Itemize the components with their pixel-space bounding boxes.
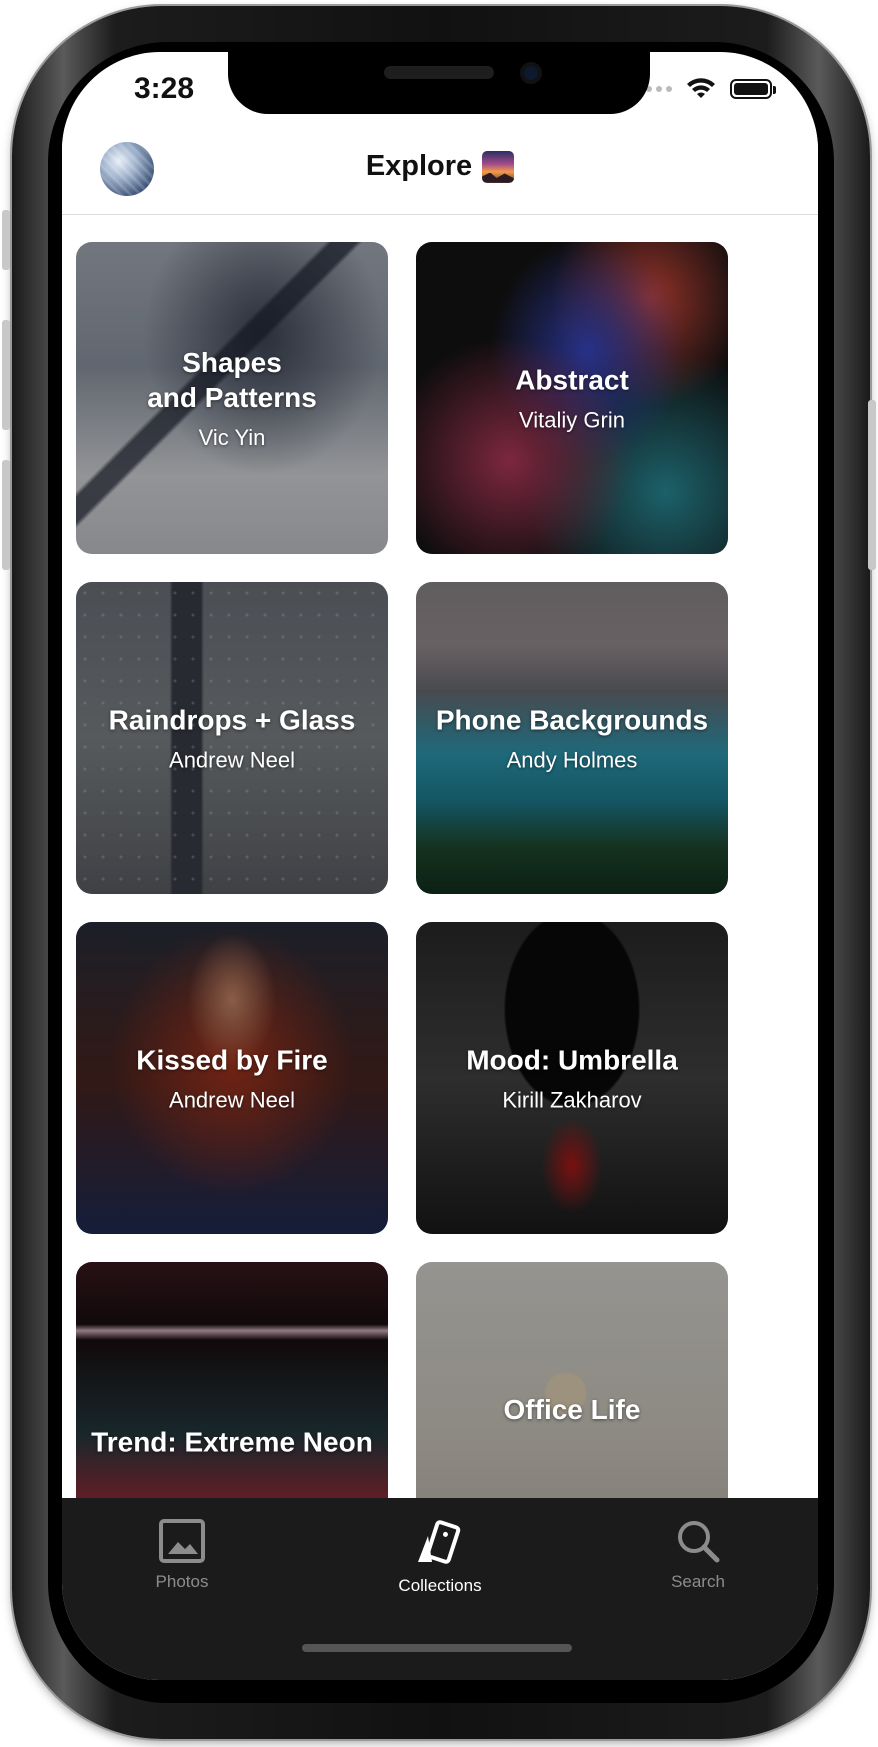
nav-header: Explore xyxy=(62,122,818,215)
collection-title: Trend: Extreme Neon xyxy=(91,1426,373,1458)
collection-title: Abstract xyxy=(515,364,629,396)
tab-photos[interactable]: Photos xyxy=(92,1518,272,1592)
tab-label: Collections xyxy=(398,1576,482,1595)
collection-author: Andrew Neel xyxy=(169,1087,295,1113)
speaker xyxy=(384,66,494,79)
tab-bar: Photos Collections Search xyxy=(62,1498,818,1680)
notch xyxy=(228,52,650,114)
collection-card-phone-backgrounds[interactable]: Phone Backgrounds Andy Holmes xyxy=(416,582,728,894)
search-icon xyxy=(678,1521,720,1563)
nav-title-group: Explore xyxy=(62,150,818,183)
wifi-icon xyxy=(687,78,715,98)
collection-author: Vic Yin xyxy=(198,425,266,450)
page-title: Explore xyxy=(365,150,473,182)
collection-card-abstract[interactable]: Abstract Vitaliy Grin xyxy=(416,242,728,554)
home-indicator[interactable] xyxy=(302,1644,572,1652)
collection-card-raindrops[interactable]: Raindrops + Glass Andrew Neel xyxy=(76,582,388,894)
collection-author: Kirill Zakharov xyxy=(502,1087,642,1113)
tab-search[interactable]: Search xyxy=(608,1518,788,1592)
status-time: 3:28 xyxy=(134,72,195,105)
collections-icon xyxy=(418,1520,461,1564)
tab-label: Photos xyxy=(155,1572,209,1591)
collection-title: Mood: Umbrella xyxy=(466,1044,678,1076)
collection-card-shapes[interactable]: Shapes and Patterns Vic Yin xyxy=(76,242,388,554)
front-camera xyxy=(520,62,542,84)
collection-title: Office Life xyxy=(503,1394,641,1425)
power-button xyxy=(868,400,876,570)
collection-card-mood-umbrella[interactable]: Mood: Umbrella Kirill Zakharov xyxy=(416,922,728,1234)
tab-collections[interactable]: Collections xyxy=(350,1518,530,1596)
collection-title: Phone Backgrounds xyxy=(435,704,709,736)
collection-card-kissed-by-fire[interactable]: Kissed by Fire Andrew Neel xyxy=(76,922,388,1234)
volume-up-button xyxy=(2,320,10,430)
collection-title: Kissed by Fire xyxy=(136,1044,328,1076)
app-screen: 3:28 Explore Shapes and Patterns Vic Yin xyxy=(62,52,818,1680)
status-icons xyxy=(636,78,776,100)
collection-title-line2: and Patterns xyxy=(147,382,317,413)
collection-title: Raindrops + Glass xyxy=(108,704,356,736)
collection-author: Vitaliy Grin xyxy=(519,407,625,433)
volume-down-button xyxy=(2,460,10,570)
mute-switch xyxy=(2,210,10,270)
tab-label: Search xyxy=(671,1572,725,1591)
collection-author: Andrew Neel xyxy=(169,747,295,773)
battery-icon xyxy=(730,79,776,99)
sunset-emoji-icon xyxy=(482,150,515,183)
collection-title: Shapes xyxy=(182,347,282,378)
photo-icon xyxy=(159,1519,205,1563)
collection-author: Andy Holmes xyxy=(506,747,638,773)
